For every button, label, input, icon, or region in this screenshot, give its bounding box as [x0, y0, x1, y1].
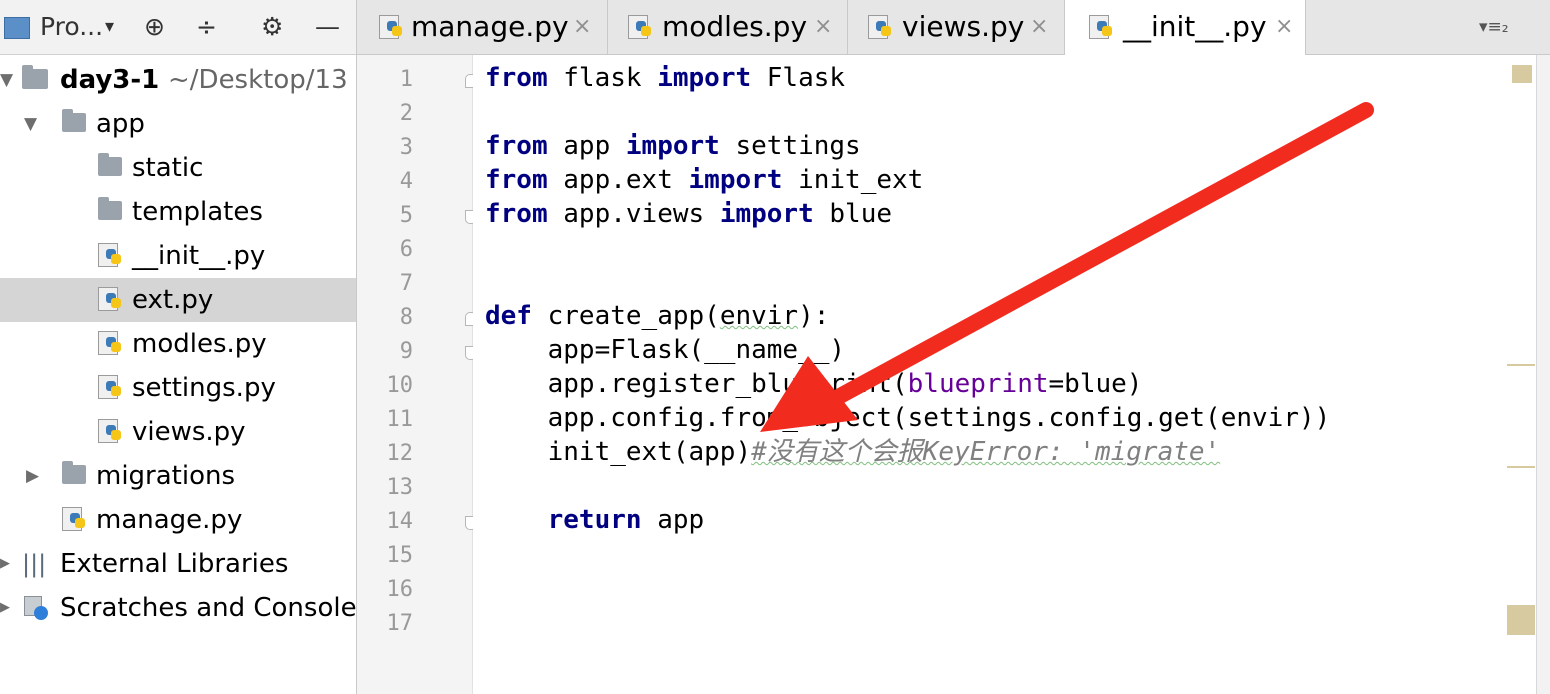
annotation-arrow — [760, 102, 1374, 432]
annotation-arrow-shaft — [832, 102, 1374, 404]
